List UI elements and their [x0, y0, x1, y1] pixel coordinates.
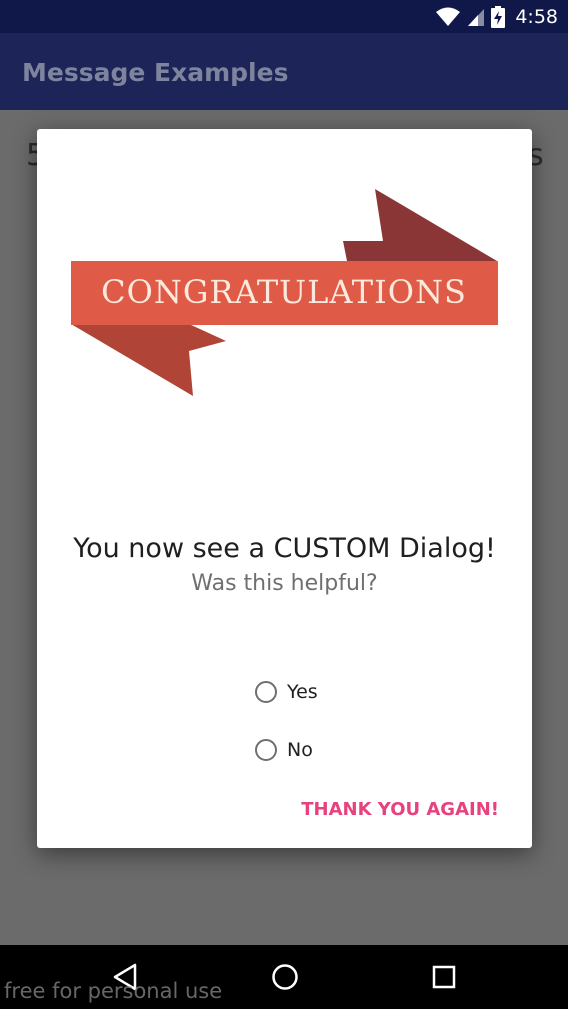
radio-label-yes: Yes — [287, 681, 318, 703]
status-time: 4:58 — [515, 5, 558, 28]
radio-label-no: No — [287, 739, 313, 761]
congratulations-banner: CONGRATULATIONS — [71, 189, 498, 396]
home-icon[interactable] — [271, 963, 299, 991]
dialog-title: You now see a CUSTOM Dialog! — [73, 533, 496, 564]
radio-button-yes[interactable] — [255, 681, 277, 703]
banner-text: CONGRATULATIONS — [101, 273, 467, 311]
radio-button-no[interactable] — [255, 739, 277, 761]
thank-you-again-button[interactable]: THANK YOU AGAIN! — [301, 799, 499, 820]
recents-icon[interactable] — [431, 963, 457, 991]
dialog-subtitle: Was this helpful? — [191, 571, 378, 596]
status-icons: 4:58 — [435, 0, 558, 33]
radio-option-yes[interactable]: Yes — [255, 677, 318, 707]
status-bar: 4:58 — [0, 0, 568, 33]
cell-signal-icon — [468, 8, 485, 26]
app-title: Message Examples — [22, 58, 289, 87]
watermark: free for personal use — [4, 979, 223, 1003]
radio-option-no[interactable]: No — [255, 735, 313, 765]
wifi-icon — [436, 7, 461, 26]
battery-charging-icon — [491, 5, 506, 28]
custom-dialog: CONGRATULATIONS You now see a CUSTOM Dia… — [37, 129, 532, 848]
app-bar: Message Examples — [0, 33, 568, 110]
